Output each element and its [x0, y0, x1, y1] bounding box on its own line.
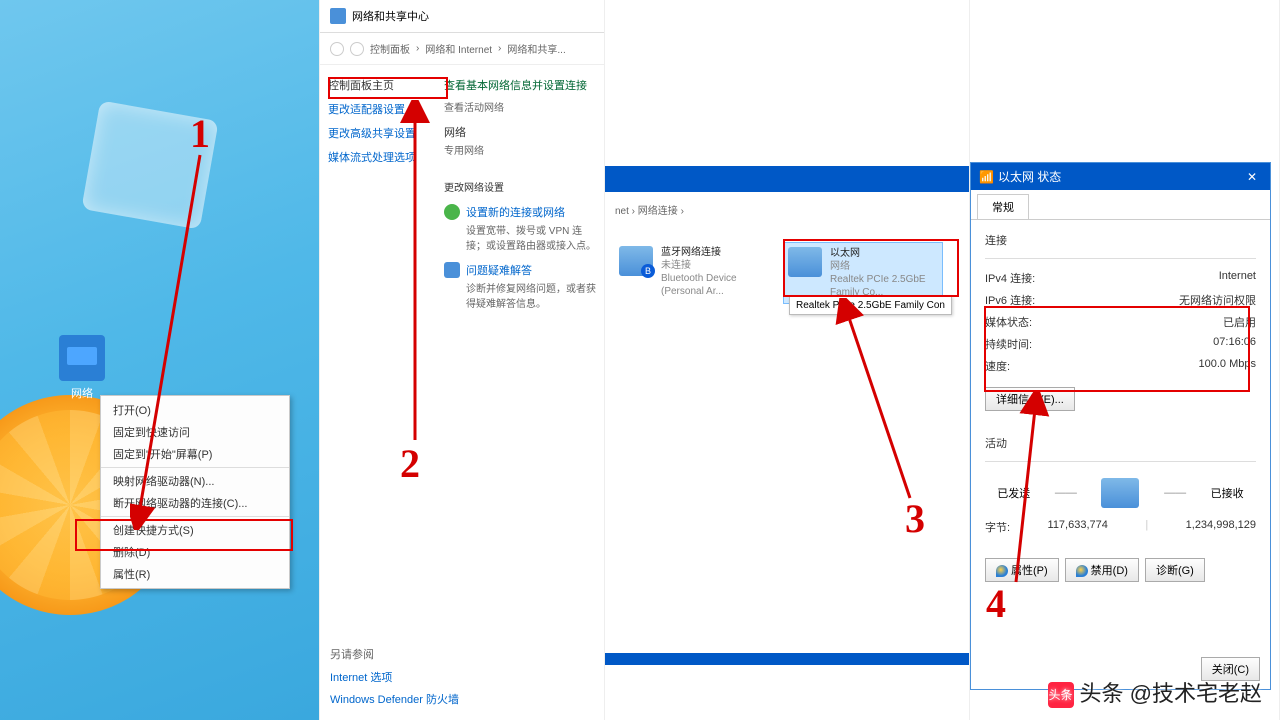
panel-desktop: 网络 打开(O) 固定到快速访问 固定到"开始"屏幕(P) 映射网络驱动器(N)… [0, 0, 320, 720]
tab-general[interactable]: 常规 [977, 194, 1029, 219]
adapter-bluetooth[interactable]: 蓝牙网络连接 未连接 Bluetooth Device (Personal Ar… [615, 242, 775, 304]
watermark: 头条头条 @技术宅老赵 [1048, 676, 1262, 708]
activity-icon [1101, 478, 1139, 508]
main-content: 查看基本网络信息并设置连接 查看活动网络 网络 专用网络 更改网络设置 设置新的… [438, 65, 604, 324]
see-also-heading: 另请参阅 [330, 646, 459, 662]
nav-forward-icon[interactable] [350, 42, 364, 56]
ctx-separator [101, 467, 289, 468]
bluetooth-title: 蓝牙网络连接 [661, 246, 771, 259]
troubleshoot-description: 诊断并修复网络问题，或者获得疑难解答信息。 [466, 278, 598, 316]
nav-back-icon[interactable] [330, 42, 344, 56]
value-bytes-received: 1,234,998,129 [1186, 519, 1256, 535]
crumb-net[interactable]: net [615, 206, 629, 217]
shield-icon [1076, 565, 1088, 577]
ctx-pin-start[interactable]: 固定到"开始"屏幕(P) [101, 443, 289, 465]
highlight-box-2 [328, 77, 448, 99]
label-received: 已接收 [1211, 485, 1244, 501]
step-number-4: 4 [986, 580, 1006, 627]
label-ipv4: IPv4 连接: [985, 270, 1035, 286]
ctx-disconnect-drive[interactable]: 断开网络驱动器的连接(C)... [101, 492, 289, 514]
heading-change-settings: 更改网络设置 [444, 177, 598, 200]
title-bar [605, 166, 969, 192]
crumb-network-connections[interactable]: 网络连接 [638, 206, 678, 217]
network-desktop-icon[interactable]: 网络 [52, 335, 112, 401]
link-change-adapter-settings[interactable]: 更改适配器设置 [326, 97, 429, 121]
network-name: 网络 [444, 124, 598, 140]
window-title-bar: 网络和共享中心 [320, 0, 604, 33]
setup-icon [444, 204, 460, 220]
value-ipv4: Internet [1219, 270, 1256, 286]
crumb-sharing-center[interactable]: 网络和共享... [507, 41, 565, 56]
panel-control-panel: 网络和共享中心 控制面板› 网络和 Internet› 网络和共享... 控制面… [320, 0, 605, 720]
toutiao-logo-icon: 头条 [1048, 682, 1074, 708]
label-bytes: 字节: [985, 519, 1010, 535]
network-type: 专用网络 [444, 140, 598, 163]
diagnose-button[interactable]: 诊断(G) [1145, 558, 1205, 582]
step-number-2: 2 [400, 440, 420, 487]
step-number-3: 3 [905, 495, 925, 542]
crumb-control-panel[interactable]: 控制面板 [370, 41, 410, 56]
setup-description: 设置宽带、拨号或 VPN 连接；或设置路由器或接入点。 [466, 220, 598, 258]
ctx-open[interactable]: 打开(O) [101, 399, 289, 421]
close-button[interactable]: ✕ [1242, 170, 1262, 184]
panel-ethernet-status: 📶以太网 状态 ✕ 常规 连接 IPv4 连接:Internet IPv6 连接… [970, 0, 1280, 720]
bluetooth-adapter-icon [619, 246, 653, 276]
window-title: 网络和共享中心 [352, 8, 429, 24]
link-advanced-sharing[interactable]: 更改高级共享设置 [326, 121, 429, 145]
highlight-box-4 [984, 306, 1250, 392]
breadcrumb: net › 网络连接 › [611, 196, 688, 223]
tooltip: Realtek PCIe 2.5GbE Family Con [789, 296, 952, 315]
context-menu: 打开(O) 固定到快速访问 固定到"开始"屏幕(P) 映射网络驱动器(N)...… [100, 395, 290, 589]
highlight-box-3 [783, 239, 959, 297]
step-number-1: 1 [190, 110, 210, 157]
tab-strip: 常规 [971, 190, 1270, 219]
bluetooth-device: Bluetooth Device (Personal Ar... [661, 272, 771, 298]
shield-icon [330, 8, 346, 24]
bluetooth-status: 未连接 [661, 259, 771, 272]
see-also-section: 另请参阅 Internet 选项 Windows Defender 防火墙 [330, 646, 459, 710]
section-activity: 活动 [985, 433, 1256, 457]
ctx-pin-quick[interactable]: 固定到快速访问 [101, 421, 289, 443]
value-bytes-sent: 117,633,774 [1048, 519, 1108, 535]
link-media-streaming[interactable]: 媒体流式处理选项 [326, 145, 429, 169]
breadcrumb: 控制面板› 网络和 Internet› 网络和共享... [320, 33, 604, 65]
highlight-box-1 [75, 519, 293, 551]
section-connection: 连接 [985, 230, 1256, 254]
subheading-active-networks: 查看活动网络 [444, 97, 598, 120]
link-troubleshoot[interactable]: 问题疑难解答 [466, 262, 598, 278]
status-dialog: 📶以太网 状态 ✕ 常规 连接 IPv4 连接:Internet IPv6 连接… [970, 162, 1271, 690]
ctx-map-drive[interactable]: 映射网络驱动器(N)... [101, 470, 289, 492]
dialog-title: 以太网 状态 [998, 170, 1061, 184]
ctx-properties[interactable]: 属性(R) [101, 563, 289, 585]
crumb-network-internet[interactable]: 网络和 Internet [425, 41, 492, 56]
bottom-bar [605, 653, 969, 665]
link-windows-defender-firewall[interactable]: Windows Defender 防火墙 [330, 688, 459, 710]
link-internet-options[interactable]: Internet 选项 [330, 666, 459, 688]
network-icon [59, 335, 105, 381]
properties-button[interactable]: 属性(P) [985, 558, 1059, 582]
label-sent: 已发送 [997, 485, 1030, 501]
troubleshoot-icon [444, 262, 460, 278]
panel-network-connections: net › 网络连接 › 蓝牙网络连接 未连接 Bluetooth Device… [605, 0, 970, 720]
dialog-title-bar: 📶以太网 状态 ✕ [971, 163, 1270, 190]
dialog-body: 连接 IPv4 连接:Internet IPv6 连接:无网络访问权限 媒体状态… [971, 219, 1270, 598]
link-setup-connection[interactable]: 设置新的连接或网络 [466, 204, 598, 220]
ctx-separator [101, 516, 289, 517]
heading-basic-info: 查看基本网络信息并设置连接 [444, 73, 598, 97]
disable-button[interactable]: 禁用(D) [1065, 558, 1139, 582]
shield-icon [996, 565, 1008, 577]
